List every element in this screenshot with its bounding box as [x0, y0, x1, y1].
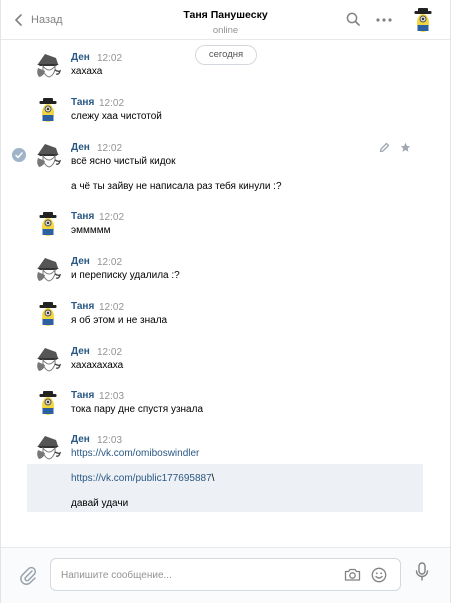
composer	[1, 547, 450, 603]
message-text: слежу хаа чистотой	[71, 111, 162, 122]
star-icon[interactable]	[400, 142, 411, 156]
message-feed[interactable]: сегодня Ден 12:02 хахаха Таня 12:02 слежу хаа…	[1, 40, 450, 547]
message-text: и переписку удалила :?	[71, 270, 180, 281]
minion-avatar[interactable]	[410, 7, 436, 33]
message-time: 12:03	[97, 435, 123, 446]
message-author[interactable]: Ден	[71, 52, 90, 63]
message-text: а чё ты зайву не написала раз тебя кинул…	[71, 181, 282, 192]
message-text: https://vk.com/public177695887\	[71, 473, 214, 484]
camera-icon[interactable]	[344, 567, 361, 582]
minion-avatar[interactable]	[35, 390, 61, 416]
message-author[interactable]: Таня	[71, 390, 94, 401]
message-time: 12:02	[97, 347, 123, 358]
message-text: всё ясно чистый кидок	[71, 156, 176, 167]
message-time: 12:02	[99, 302, 125, 313]
smile-icon[interactable]	[371, 567, 387, 583]
online-status: online	[212, 25, 239, 36]
message-author[interactable]: Таня	[71, 301, 94, 312]
check-icon[interactable]	[12, 148, 26, 162]
pencil-icon[interactable]	[379, 142, 390, 156]
paperclip-icon[interactable]	[19, 565, 37, 585]
minion-avatar[interactable]	[35, 97, 61, 123]
message-author[interactable]: Ден	[71, 256, 90, 267]
chat-header: Назад Таня Панушеску online	[1, 0, 450, 40]
message-author[interactable]: Ден	[71, 346, 90, 357]
conversation-title-block: Таня Панушеску online	[1, 9, 450, 36]
more-dots-icon[interactable]	[376, 18, 392, 22]
sherlock-avatar[interactable]	[35, 346, 62, 372]
message-link-suffix: \	[211, 473, 215, 484]
chat-window: Назад Таня Панушеску online сегодня Ден 1…	[0, 0, 451, 603]
message-author[interactable]: Ден	[71, 142, 90, 153]
sherlock-avatar[interactable]	[35, 52, 62, 78]
message-author[interactable]: Ден	[71, 434, 90, 445]
sherlock-avatar[interactable]	[35, 256, 62, 282]
message-text: хахаха	[71, 66, 103, 77]
message-author[interactable]: Таня	[71, 97, 94, 108]
sherlock-avatar[interactable]	[35, 142, 62, 168]
message-input-box[interactable]	[50, 558, 401, 591]
message-time: 12:02	[99, 98, 125, 109]
message-time: 12:02	[97, 257, 123, 268]
message-text: эммммм	[71, 225, 111, 236]
message-time: 12:02	[99, 212, 125, 223]
message-text: хахахахаха	[71, 360, 124, 371]
search-icon[interactable]	[346, 12, 360, 26]
minion-avatar[interactable]	[35, 211, 61, 237]
message-time: 12:02	[97, 53, 123, 64]
message-time: 12:03	[99, 391, 125, 402]
microphone-icon[interactable]	[415, 562, 429, 582]
message-link[interactable]: https://vk.com/public177695887	[71, 473, 212, 484]
date-divider: сегодня	[195, 45, 257, 65]
minion-avatar[interactable]	[35, 301, 61, 327]
message-author[interactable]: Таня	[71, 211, 94, 222]
message-input[interactable]	[61, 567, 331, 583]
message-text: тока пару дне спустя узнала	[71, 404, 204, 415]
message-link[interactable]: https://vk.com/omiboswindler	[71, 448, 199, 459]
message-text: я об этом и не знала	[71, 315, 168, 326]
sherlock-avatar[interactable]	[35, 434, 62, 460]
message-time: 12:02	[97, 143, 123, 154]
message-text: давай удачи	[71, 498, 129, 509]
